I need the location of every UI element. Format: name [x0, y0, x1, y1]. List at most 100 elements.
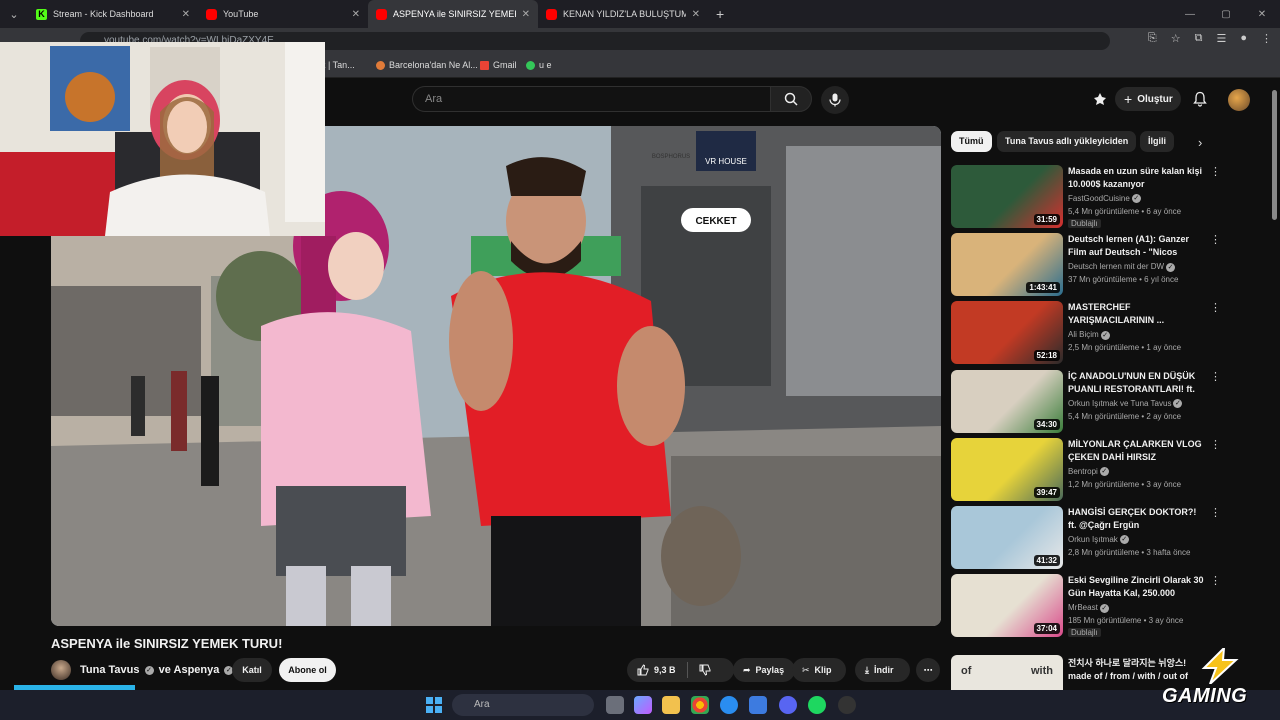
spotify-icon[interactable] — [808, 696, 826, 714]
new-tab-button[interactable]: + — [708, 6, 732, 22]
video-thumbnail[interactable]: 37:04 — [951, 574, 1063, 638]
discord-icon[interactable] — [779, 696, 797, 714]
extensions-icon[interactable]: ⧉ — [1195, 32, 1203, 45]
more-options-icon[interactable]: ⋮ — [1210, 233, 1221, 246]
video-title[interactable]: İÇ ANADOLU'NUN EN DÜŞÜK PUANLI RESTORANT… — [1068, 370, 1204, 397]
video-thumbnail[interactable]: 52:18 — [951, 301, 1063, 365]
close-icon[interactable]: ✕ — [692, 9, 700, 20]
share-button[interactable]: ➦ Paylaş — [733, 658, 795, 682]
more-options-icon[interactable]: ⋮ — [1210, 438, 1221, 451]
bookmark-ue[interactable]: u e — [526, 60, 552, 70]
minimize-icon[interactable]: — — [1172, 9, 1208, 20]
bookmark-favicon-icon — [376, 60, 385, 70]
premium-sparkle-icon[interactable] — [1092, 92, 1108, 106]
chevron-right-icon[interactable]: › — [1198, 135, 1202, 150]
bookmark-barcelona[interactable]: Barcelona'dan Ne Al... — [376, 60, 478, 70]
video-thumbnail[interactable]: of with — [951, 655, 1063, 690]
video-thumbnail[interactable]: 34:30 — [951, 369, 1063, 433]
install-app-icon[interactable]: ⎘ — [1148, 32, 1157, 45]
account-avatar[interactable] — [1228, 89, 1250, 111]
thumbs-down-icon[interactable] — [699, 664, 711, 676]
channel-name[interactable]: Tuna Tavus ✓ ve Aspenya ✓ — [80, 664, 235, 676]
thumbnail-text: of — [961, 665, 972, 677]
chip-from-uploader[interactable]: Tuna Tavus adlı yükleyiciden — [997, 131, 1137, 152]
video-title[interactable]: Masada en uzun süre kalan kişi 10.000$ k… — [1068, 165, 1204, 191]
obs-icon[interactable] — [838, 696, 856, 714]
video-title[interactable]: MİLYONLAR ÇALARKEN VLOG ÇEKEN DAHİ HIRSI… — [1068, 438, 1204, 464]
video-title[interactable]: Deutsch lernen (A1): Ganzer Film auf Deu… — [1068, 233, 1204, 260]
notifications-bell-icon[interactable] — [1193, 91, 1207, 107]
video-title[interactable]: MASTERCHEF YARIŞMACILARININ ... — [1068, 301, 1204, 327]
video-title[interactable]: HANGİSİ GERÇEK DOKTOR?! ft. @Çağrı Ergün — [1068, 506, 1204, 532]
list-item[interactable]: 41:32 HANGİSİ GERÇEK DOKTOR?! ft. @Çağrı … — [951, 506, 1241, 570]
list-item[interactable]: 37:04 Eski Sevgiline Zincirli Olarak 30 G… — [951, 574, 1241, 638]
chip-related[interactable]: İlgili — [1140, 131, 1174, 152]
copilot-icon[interactable] — [634, 696, 652, 714]
tab-search-chevron-icon[interactable]: ⌄ — [0, 0, 28, 28]
tab-kenan-video[interactable]: KENAN YILDIZ'LA BULUŞTUM · ✕ — [538, 0, 708, 28]
scrollbar[interactable] — [1272, 90, 1277, 220]
channel-name-2[interactable]: Aspenya — [174, 664, 220, 676]
bookmark-label: Gmail — [493, 60, 517, 70]
search-button[interactable] — [770, 86, 812, 112]
video-duration: 31:59 — [1033, 214, 1060, 225]
reading-list-icon[interactable]: ☰ — [1216, 32, 1226, 45]
tab-aspenya-video[interactable]: ASPENYA ile SINIRSIZ YEMEK T ✕ — [368, 0, 538, 28]
video-thumbnail[interactable]: 1:43:41 — [951, 233, 1063, 297]
channel-name[interactable]: Deutsch lernen mit der DW ✓ — [1068, 262, 1177, 272]
clip-button[interactable]: ✂ Klip — [792, 658, 846, 682]
maximize-icon[interactable]: ▢ — [1208, 9, 1244, 20]
channel-name-1[interactable]: Tuna Tavus — [80, 664, 140, 676]
share-arrow-icon: ➦ — [743, 664, 751, 675]
store-icon[interactable] — [749, 696, 767, 714]
bookmark-star-icon[interactable]: ☆ — [1171, 32, 1181, 45]
list-item[interactable]: 39:47 MİLYONLAR ÇALARKEN VLOG ÇEKEN DAHİ … — [951, 437, 1241, 502]
channel-avatar[interactable] — [51, 660, 71, 680]
close-icon[interactable]: ✕ — [522, 9, 530, 20]
file-explorer-icon[interactable] — [662, 696, 680, 714]
edge-icon[interactable] — [720, 696, 738, 714]
search-input[interactable]: Ara — [412, 86, 770, 112]
taskbar-search[interactable]: Ara — [452, 694, 594, 716]
channel-name[interactable]: Bentropi ✓ — [1068, 467, 1111, 477]
tab-kick-dashboard[interactable]: K Stream - Kick Dashboard ✕ — [28, 0, 198, 28]
subscribe-button[interactable]: Abone ol — [279, 658, 336, 682]
voice-search-button[interactable] — [821, 86, 849, 114]
bookmark-gmail[interactable]: Gmail — [480, 60, 517, 70]
create-button[interactable]: + Oluştur — [1115, 87, 1181, 111]
list-item[interactable]: 52:18 MASTERCHEF YARIŞMACILARININ ... Ali … — [951, 301, 1241, 365]
list-item[interactable]: 31:59 Masada en uzun süre kalan kişi 10.0… — [951, 165, 1241, 229]
video-thumbnail[interactable]: 39:47 — [951, 437, 1063, 501]
tab-youtube[interactable]: YouTube ✕ — [198, 0, 368, 28]
video-thumbnail[interactable]: 41:32 — [951, 506, 1063, 569]
menu-dots-icon[interactable]: ⋮ — [1261, 32, 1272, 45]
more-options-icon[interactable]: ⋮ — [1210, 370, 1221, 383]
video-duration: 41:32 — [1033, 555, 1060, 566]
close-icon[interactable]: ✕ — [182, 9, 190, 20]
profile-icon[interactable]: ● — [1240, 32, 1247, 45]
channel-name[interactable]: MrBeast ✓ — [1068, 603, 1111, 613]
close-window-icon[interactable]: ✕ — [1244, 9, 1280, 20]
video-title[interactable]: Eski Sevgiline Zincirli Olarak 30 Gün Ha… — [1068, 574, 1204, 601]
chrome-icon[interactable] — [691, 696, 709, 714]
like-button[interactable]: 9,3 B — [637, 664, 676, 676]
close-icon[interactable]: ✕ — [352, 9, 360, 20]
more-options-icon[interactable]: ⋮ — [1210, 506, 1221, 519]
more-options-icon[interactable]: ⋮ — [1210, 301, 1221, 314]
task-view-icon[interactable] — [606, 696, 624, 714]
join-button[interactable]: Katıl — [232, 658, 272, 682]
channel-name[interactable]: FastGoodCuisine ✓ — [1068, 194, 1143, 204]
more-options-icon[interactable]: ⋮ — [1210, 574, 1221, 587]
channel-name[interactable]: Orkun Işıtmak ✓ — [1068, 535, 1131, 545]
channel-name[interactable]: Orkun Işıtmak ve Tuna Tavus ✓ — [1068, 399, 1184, 408]
more-options-icon[interactable]: ⋮ — [1210, 165, 1221, 178]
list-item[interactable]: 1:43:41 Deutsch lernen (A1): Ganzer Film … — [951, 233, 1241, 297]
chip-all[interactable]: Tümü — [951, 131, 992, 152]
verified-badge-icon: ✓ — [1119, 535, 1129, 545]
channel-name[interactable]: Ali Biçim ✓ — [1068, 330, 1112, 340]
windows-start-icon[interactable] — [426, 697, 442, 713]
more-actions-button[interactable]: ⋯ — [916, 658, 940, 682]
list-item[interactable]: 34:30 İÇ ANADOLU'NUN EN DÜŞÜK PUANLI REST… — [951, 369, 1241, 434]
download-button[interactable]: ⤓ İndir — [855, 658, 910, 682]
video-thumbnail[interactable]: 31:59 — [951, 165, 1063, 228]
